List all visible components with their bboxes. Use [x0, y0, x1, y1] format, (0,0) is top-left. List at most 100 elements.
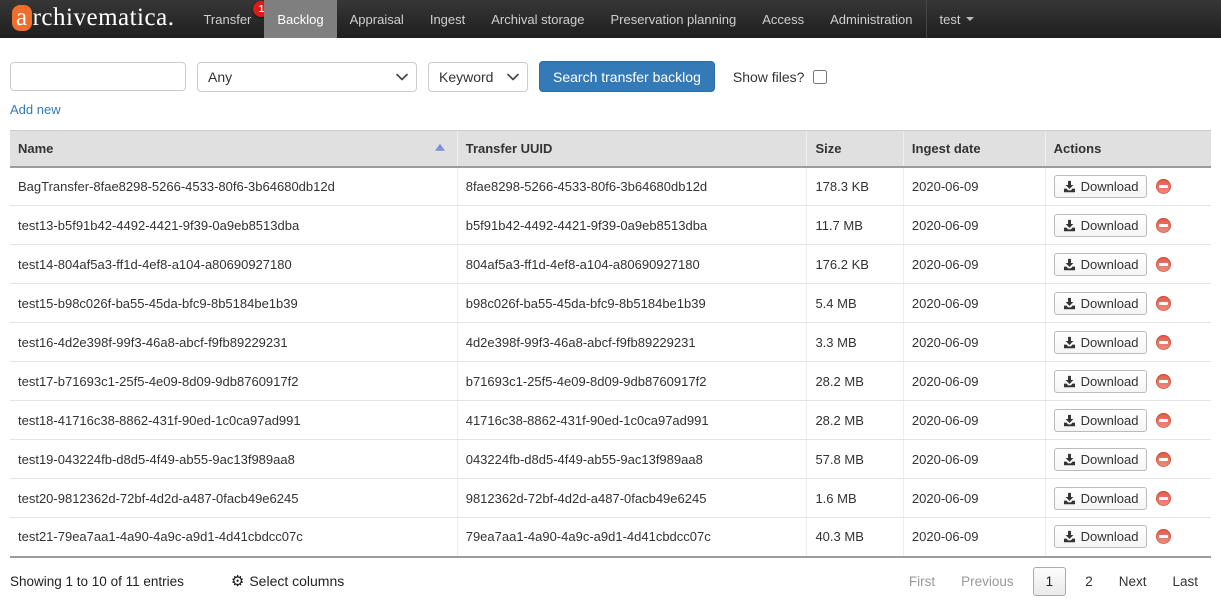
table-row: test17-b71693c1-25f5-4e09-8d09-9db876091…	[10, 362, 1211, 401]
transfer-size-cell: 28.2 MB	[807, 362, 903, 401]
remove-icon[interactable]	[1156, 335, 1171, 350]
pagination-last[interactable]: Last	[1159, 569, 1211, 594]
table-row: test18-41716c38-8862-431f-90ed-1c0ca97ad…	[10, 401, 1211, 440]
search-type-select[interactable]: Keyword	[428, 62, 528, 92]
nav-item-archival-storage[interactable]: Archival storage	[478, 0, 597, 38]
transfer-uuid-cell: 79ea7aa1-4a90-4a9c-a9d1-4d41cbdcc07c	[457, 518, 807, 557]
column-header-transfer-uuid[interactable]: Transfer UUID	[457, 131, 807, 167]
download-button[interactable]: Download	[1054, 253, 1148, 276]
remove-icon[interactable]	[1156, 413, 1171, 428]
table-header-row: Name Transfer UUID Size Ingest date Acti…	[10, 131, 1211, 167]
transfer-size-cell: 1.6 MB	[807, 479, 903, 518]
show-files-label: Show files?	[733, 69, 805, 85]
top-navbar: archivematica. Transfer 1 Backlog Apprai…	[0, 0, 1221, 38]
download-button[interactable]: Download	[1054, 331, 1148, 354]
table-row: BagTransfer-8fae8298-5266-4533-80f6-3b64…	[10, 167, 1211, 206]
transfer-uuid-cell: 9812362d-72bf-4d2d-a487-0facb49e6245	[457, 479, 807, 518]
remove-icon[interactable]	[1156, 491, 1171, 506]
pagination-next[interactable]: Next	[1106, 569, 1160, 594]
download-icon	[1063, 258, 1076, 271]
transfer-name-cell: test17-b71693c1-25f5-4e09-8d09-9db876091…	[10, 362, 457, 401]
download-icon	[1063, 219, 1076, 232]
transfer-name-cell: test20-9812362d-72bf-4d2d-a487-0facb49e6…	[10, 479, 457, 518]
download-icon	[1063, 414, 1076, 427]
remove-icon[interactable]	[1156, 218, 1171, 233]
transfer-uuid-cell: 41716c38-8862-431f-90ed-1c0ca97ad991	[457, 401, 807, 440]
nav-item-administration[interactable]: Administration	[817, 0, 925, 38]
download-button[interactable]: Download	[1054, 214, 1148, 237]
download-button[interactable]: Download	[1054, 370, 1148, 393]
ingest-date-cell: 2020-06-09	[903, 206, 1045, 245]
search-field-select[interactable]: Any	[197, 62, 417, 92]
user-menu-dropdown[interactable]: test	[927, 0, 988, 38]
transfer-uuid-cell: 8fae8298-5266-4533-80f6-3b64680db12d	[457, 167, 807, 206]
download-icon	[1063, 530, 1076, 543]
show-files-checkbox[interactable]	[813, 70, 827, 84]
actions-cell: Download	[1045, 479, 1211, 518]
column-header-ingest-date[interactable]: Ingest date	[903, 131, 1045, 167]
actions-cell: Download	[1045, 167, 1211, 206]
remove-icon[interactable]	[1156, 529, 1171, 544]
transfer-uuid-cell: b98c026f-ba55-45da-bfc9-8b5184be1b39	[457, 284, 807, 323]
remove-icon[interactable]	[1156, 179, 1171, 194]
transfer-name-cell: test21-79ea7aa1-4a90-4a9c-a9d1-4d41cbdcc…	[10, 518, 457, 557]
download-button[interactable]: Download	[1054, 448, 1148, 471]
table-row: test20-9812362d-72bf-4d2d-a487-0facb49e6…	[10, 479, 1211, 518]
nav-item-backlog[interactable]: Backlog	[264, 0, 336, 38]
transfer-name-cell: test19-043224fb-d8d5-4f49-ab55-9ac13f989…	[10, 440, 457, 479]
ingest-date-cell: 2020-06-09	[903, 479, 1045, 518]
table-row: test15-b98c026f-ba55-45da-bfc9-8b5184be1…	[10, 284, 1211, 323]
column-header-name[interactable]: Name	[10, 131, 457, 167]
download-icon	[1063, 180, 1076, 193]
ingest-date-cell: 2020-06-09	[903, 323, 1045, 362]
pagination-previous[interactable]: Previous	[948, 569, 1027, 594]
download-button[interactable]: Download	[1054, 409, 1148, 432]
remove-icon[interactable]	[1156, 257, 1171, 272]
pagination-first[interactable]: First	[896, 569, 948, 594]
pagination-page-2[interactable]: 2	[1072, 569, 1106, 594]
gear-icon: ⚙	[231, 574, 244, 589]
add-new-link[interactable]: Add new	[10, 102, 61, 117]
transfer-name-cell: test16-4d2e398f-99f3-46a8-abcf-f9fb89229…	[10, 323, 457, 362]
nav-item-ingest[interactable]: Ingest	[417, 0, 478, 38]
ingest-date-cell: 2020-06-09	[903, 245, 1045, 284]
nav-item-preservation-planning[interactable]: Preservation planning	[597, 0, 749, 38]
download-button[interactable]: Download	[1054, 487, 1148, 510]
actions-cell: Download	[1045, 440, 1211, 479]
transfer-uuid-cell: 804af5a3-ff1d-4ef8-a104-a80690927180	[457, 245, 807, 284]
pagination-page-1[interactable]: 1	[1033, 567, 1067, 596]
pagination: First Previous 1 2 Next Last	[896, 567, 1211, 596]
download-button[interactable]: Download	[1054, 175, 1148, 198]
actions-cell: Download	[1045, 362, 1211, 401]
sort-ascending-icon	[435, 144, 445, 151]
nav-item-transfer[interactable]: Transfer 1	[190, 0, 264, 38]
table-row: test16-4d2e398f-99f3-46a8-abcf-f9fb89229…	[10, 323, 1211, 362]
ingest-date-cell: 2020-06-09	[903, 284, 1045, 323]
transfer-uuid-cell: b71693c1-25f5-4e09-8d09-9db8760917f2	[457, 362, 807, 401]
table-row: test19-043224fb-d8d5-4f49-ab55-9ac13f989…	[10, 440, 1211, 479]
transfer-backlog-table: Name Transfer UUID Size Ingest date Acti…	[10, 130, 1211, 558]
download-button[interactable]: Download	[1054, 525, 1148, 548]
nav-item-appraisal[interactable]: Appraisal	[337, 0, 417, 38]
nav-item-access[interactable]: Access	[749, 0, 817, 38]
remove-icon[interactable]	[1156, 452, 1171, 467]
main-nav: Transfer 1 Backlog Appraisal Ingest Arch…	[190, 0, 925, 38]
column-header-size[interactable]: Size	[807, 131, 903, 167]
remove-icon[interactable]	[1156, 296, 1171, 311]
column-header-actions: Actions	[1045, 131, 1211, 167]
remove-icon[interactable]	[1156, 374, 1171, 389]
table-body: BagTransfer-8fae8298-5266-4533-80f6-3b64…	[10, 167, 1211, 557]
ingest-date-cell: 2020-06-09	[903, 518, 1045, 557]
transfer-uuid-cell: 043224fb-d8d5-4f49-ab55-9ac13f989aa8	[457, 440, 807, 479]
download-icon	[1063, 297, 1076, 310]
download-button[interactable]: Download	[1054, 292, 1148, 315]
transfer-size-cell: 176.2 KB	[807, 245, 903, 284]
select-columns-button[interactable]: ⚙ Select columns	[231, 573, 344, 589]
transfer-name-cell: test15-b98c026f-ba55-45da-bfc9-8b5184be1…	[10, 284, 457, 323]
transfer-name-cell: test18-41716c38-8862-431f-90ed-1c0ca97ad…	[10, 401, 457, 440]
logo-a-mark: a	[12, 5, 32, 31]
search-transfer-backlog-button[interactable]: Search transfer backlog	[539, 61, 715, 92]
ingest-date-cell: 2020-06-09	[903, 362, 1045, 401]
archivematica-logo[interactable]: archivematica.	[0, 0, 190, 38]
search-query-input[interactable]	[10, 62, 186, 91]
